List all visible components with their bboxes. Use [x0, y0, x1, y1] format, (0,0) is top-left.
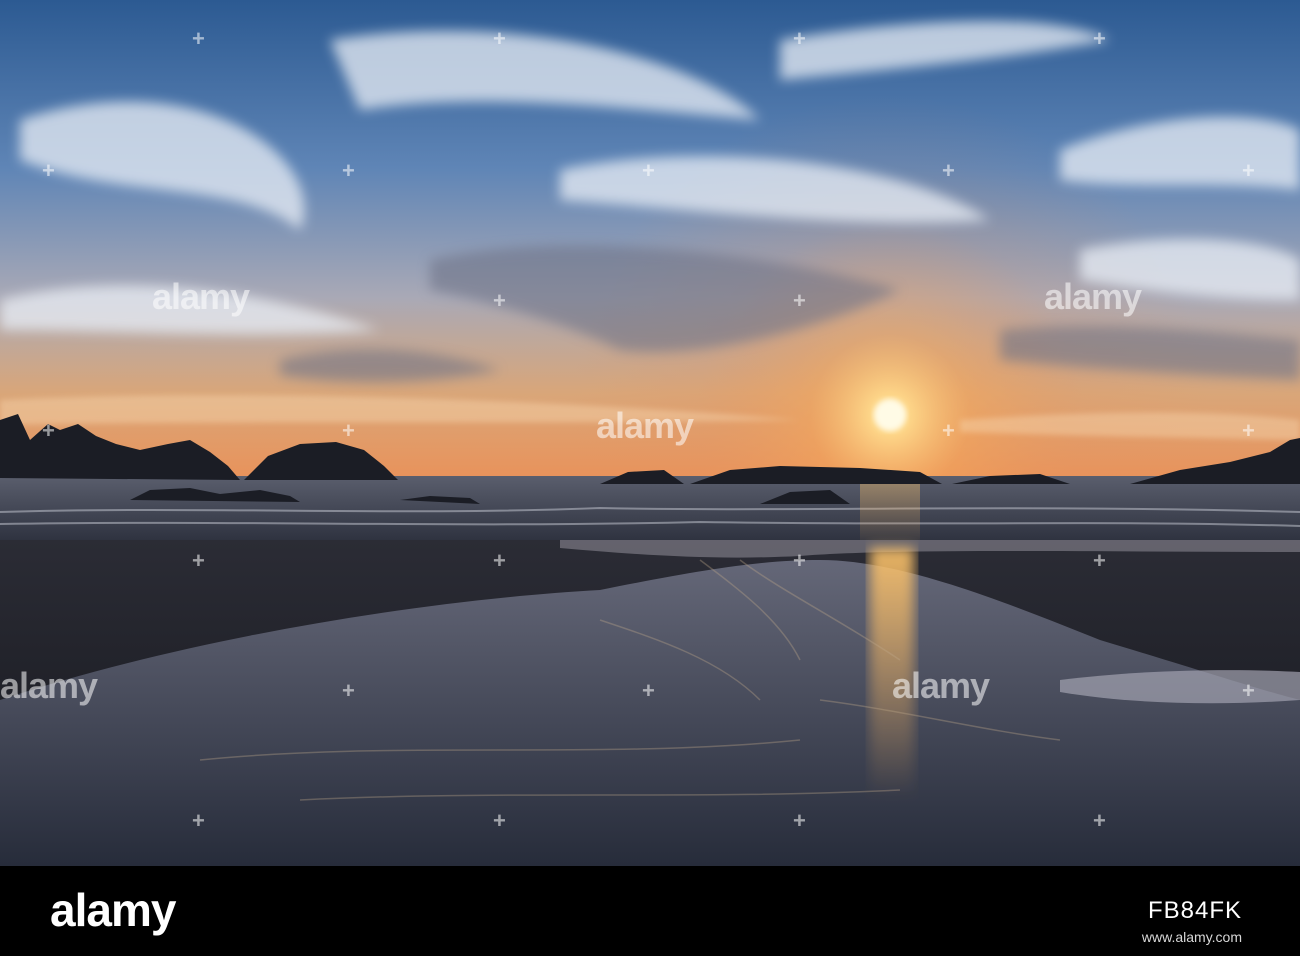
watermark-text: alamy	[596, 405, 694, 446]
watermark-plus: +	[192, 808, 205, 833]
watermark-plus: +	[493, 288, 506, 313]
watermark-text: alamy	[1044, 276, 1142, 317]
watermark-plus: +	[793, 288, 806, 313]
watermark-plus: +	[942, 418, 955, 443]
watermark-plus: +	[642, 678, 655, 703]
watermark-plus: +	[493, 26, 506, 51]
watermark-plus: +	[42, 158, 55, 183]
watermark-plus: +	[1242, 158, 1255, 183]
footer-bar: alamy FB84FK www.alamy.com	[0, 866, 1300, 956]
watermark-plus: +	[192, 548, 205, 573]
watermark-plus: +	[1242, 678, 1255, 703]
watermark-plus: +	[793, 26, 806, 51]
watermark-text: alamy	[892, 665, 990, 706]
watermark-text: alamy	[152, 276, 250, 317]
watermark-plus: +	[493, 548, 506, 573]
watermark-plus: +	[1093, 808, 1106, 833]
watermark-plus: +	[1093, 548, 1106, 573]
watermark-plus: +	[192, 26, 205, 51]
watermark-plus: +	[1093, 26, 1106, 51]
watermark-plus: +	[42, 418, 55, 443]
alamy-logo: alamy	[50, 884, 176, 936]
image-id: FB84FK	[1147, 897, 1242, 924]
watermark-plus: +	[342, 678, 355, 703]
site-url: www.alamy.com	[1141, 929, 1242, 945]
watermark-plus: +	[342, 158, 355, 183]
watermark-plus: +	[493, 808, 506, 833]
logo-text: alamy	[50, 884, 176, 936]
watermark-plus: +	[1242, 418, 1255, 443]
watermark-text: alamy	[0, 665, 98, 706]
watermark-plus: +	[942, 158, 955, 183]
watermark-plus: +	[793, 548, 806, 573]
watermark-plus: +	[642, 158, 655, 183]
watermark-plus: +	[342, 418, 355, 443]
watermark-plus: +	[793, 808, 806, 833]
